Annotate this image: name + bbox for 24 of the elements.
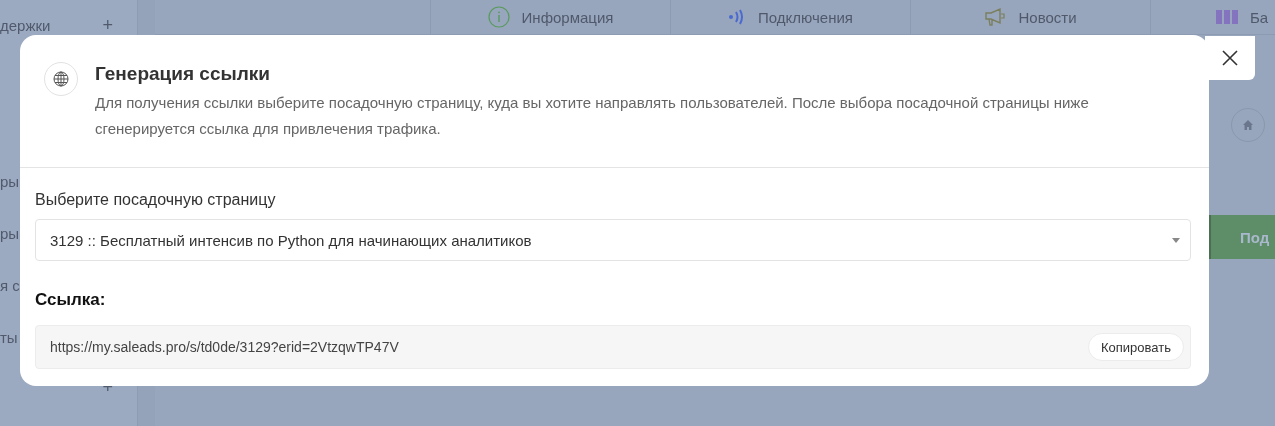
bars-icon <box>1216 10 1238 24</box>
expand-toggle[interactable]: + <box>102 14 113 36</box>
link-field[interactable]: https://my.saleads.pro/s/td0de/3129?erid=2VtzqwTP47V Копировать <box>35 325 1191 369</box>
landing-page-select[interactable]: 3129 :: Бесплатный интенсив по Python для начинающих аналитиков <box>35 219 1191 261</box>
close-icon <box>1222 50 1238 66</box>
info-icon <box>487 6 510 28</box>
link-label: Ссылка: <box>35 289 107 311</box>
dialog-description: Для получения ссылки выберите посадочную страницу, куда вы хотите направлять пользователей. После выбора посадочной страницы ниже сгенерируется ссылка для привлечения трафика. <box>95 93 1090 139</box>
action-button[interactable]: Под <box>1209 215 1275 259</box>
sidebar-item[interactable]: ры <box>0 172 20 190</box>
megaphone-icon <box>984 7 1007 27</box>
close-button[interactable] <box>1205 36 1255 80</box>
tab[interactable]: Информация <box>430 0 670 34</box>
copy-button[interactable]: Копировать <box>1088 333 1184 361</box>
field-label: Выберите посадочную страницу <box>35 190 277 210</box>
sidebar-item[interactable]: ты <box>0 328 18 346</box>
dialog-title: Генерация ссылки <box>95 62 271 86</box>
sidebar-item[interactable]: ры <box>0 224 20 242</box>
sidebar-item[interactable]: я с <box>0 276 20 294</box>
sidebar-item[interactable]: держки <box>0 16 51 34</box>
tab[interactable]: Новости <box>910 0 1150 34</box>
caret-icon <box>1172 237 1180 243</box>
tab[interactable]: Подключения <box>670 0 910 34</box>
tab[interactable]: Ба <box>1150 0 1275 34</box>
